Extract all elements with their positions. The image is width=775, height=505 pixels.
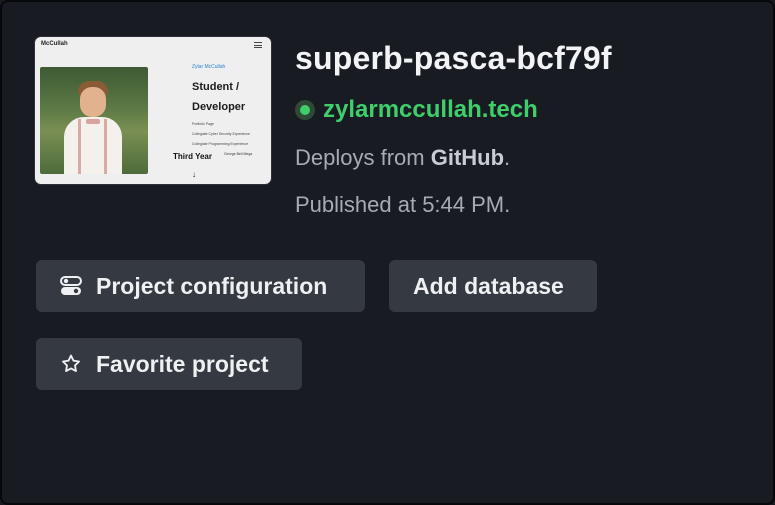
favorite-project-button[interactable]: Favorite project — [36, 338, 302, 390]
preview-role: Student / Developer — [192, 81, 246, 113]
preview-arrow-down-icon: ↓ — [192, 170, 196, 179]
project-configuration-button[interactable]: Project configuration — [36, 260, 365, 312]
deploy-source-name: GitHub — [430, 145, 505, 170]
site-domain-row: zylarmccullah.tech — [295, 96, 538, 124]
deploy-source: Deploys from GitHub. — [295, 145, 511, 170]
toggle-settings-icon — [60, 276, 82, 295]
preview-links: Portfolio Page Collegiate Cyber Security… — [192, 122, 250, 146]
star-icon — [62, 354, 80, 372]
site-overview-card: McCullah Zylar McCullah Student / Develo… — [0, 0, 775, 505]
status-indicator-icon — [295, 100, 315, 120]
project-configuration-label: Project configuration — [96, 272, 328, 299]
preview-menu-icon — [254, 42, 262, 48]
preview-year: Third Year — [173, 152, 212, 161]
preview-brand: McCullah — [41, 41, 68, 47]
published-time: Published at 5:44 PM. — [295, 192, 511, 217]
site-name: superb-pasca-bcf79f — [295, 40, 612, 76]
add-database-label: Add database — [413, 272, 564, 299]
preview-name: Zylar McCullah — [192, 64, 226, 70]
site-preview-thumbnail[interactable]: McCullah Zylar McCullah Student / Develo… — [35, 37, 271, 184]
site-domain-link[interactable]: zylarmccullah.tech — [323, 96, 538, 124]
favorite-project-label: Favorite project — [96, 350, 269, 377]
add-database-button[interactable]: Add database — [389, 260, 597, 312]
preview-year-sub: George Bell Mega — [224, 152, 253, 156]
preview-photo — [40, 67, 148, 174]
